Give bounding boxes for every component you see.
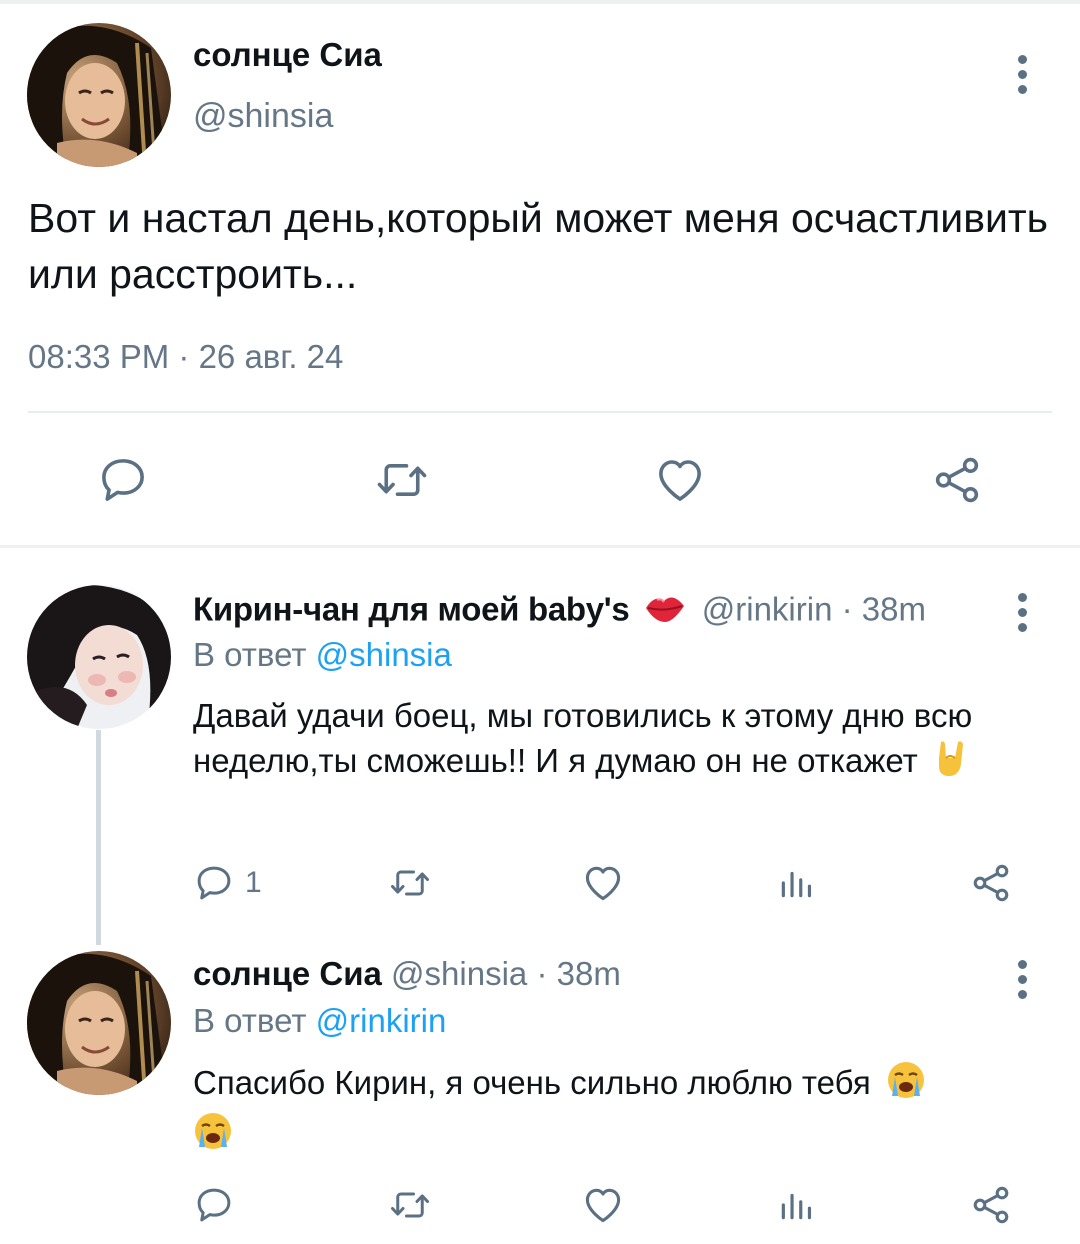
sign-of-horns-emoji — [933, 738, 969, 789]
reply-text: Давай удачи боец, мы готовились к этому … — [193, 694, 1023, 789]
reply-count: 1 — [245, 866, 262, 899]
author-name[interactable]: солнце Сиа — [193, 36, 382, 74]
loudly-crying-face-emoji — [886, 1060, 926, 1111]
retweet-icon — [391, 1192, 429, 1218]
share-button[interactable] — [927, 450, 987, 510]
like-icon — [585, 1188, 621, 1223]
author-avatar[interactable] — [27, 23, 171, 167]
reply-button[interactable] — [193, 1182, 235, 1228]
retweet-button[interactable] — [370, 450, 434, 510]
reply-header: солнце Сиа @shinsia · 38m — [193, 955, 621, 993]
reply-to-prefix: В ответ — [193, 636, 307, 673]
reply-button[interactable]: 1 — [193, 860, 262, 906]
section-separator — [0, 545, 1080, 548]
reply-icon — [197, 866, 231, 900]
reply-text-body: Спасибо Кирин, я очень сильно люблю тебя — [193, 1064, 871, 1102]
thread-connector — [96, 730, 101, 945]
reply-to-prefix: В ответ — [193, 1002, 307, 1039]
divider — [28, 411, 1052, 413]
reply-avatar[interactable] — [27, 585, 171, 729]
reply-button[interactable] — [93, 450, 153, 510]
loudly-crying-face-emoji — [193, 1111, 233, 1162]
separator-dot: · — [841, 590, 853, 628]
tweet-timestamp: 08:33 PM · 26 авг. 24 — [28, 338, 344, 375]
retweet-icon — [377, 464, 427, 496]
retweet-button[interactable] — [385, 1182, 435, 1228]
analytics-button[interactable] — [776, 1182, 816, 1228]
like-icon — [659, 460, 701, 501]
reply-text-body: Давай удачи боец, мы готовились к этому … — [193, 697, 973, 780]
reply-icon — [197, 1188, 231, 1222]
reply-to-mention[interactable]: @rinkirin — [316, 1002, 447, 1039]
analytics-button[interactable] — [776, 860, 816, 906]
like-button[interactable] — [580, 860, 626, 906]
reply-author-handle[interactable]: @rinkirin — [702, 591, 833, 628]
separator-dot: · — [536, 955, 548, 992]
analytics-icon — [781, 1193, 812, 1220]
reply-icon — [102, 459, 144, 501]
top-border — [0, 0, 1080, 4]
author-handle[interactable]: @shinsia — [193, 97, 333, 136]
like-icon — [585, 866, 621, 901]
reply-time: 38m — [556, 955, 621, 992]
like-button[interactable] — [580, 1182, 626, 1228]
share-button[interactable] — [968, 860, 1014, 906]
reply-author-name[interactable]: Кирин-чан для моей baby's — [193, 591, 630, 628]
reply-to-line: В ответ @rinkirin — [193, 1002, 446, 1040]
lips-emoji — [643, 588, 687, 636]
reply-text: Спасибо Кирин, я очень сильно люблю тебя — [193, 1060, 1023, 1162]
share-icon — [973, 1186, 1009, 1224]
tweet-text: Вот и настал день,который может меня осч… — [28, 195, 1049, 297]
like-button[interactable] — [650, 450, 710, 510]
reply-author-name[interactable]: солнце Сиа — [193, 955, 382, 992]
more-options-icon[interactable] — [1012, 55, 1032, 95]
reply-avatar[interactable] — [27, 951, 171, 1095]
analytics-icon — [781, 871, 812, 898]
share-button[interactable] — [968, 1182, 1014, 1228]
reply-time: 38m — [861, 590, 926, 628]
reply-to-mention[interactable]: @shinsia — [316, 636, 452, 673]
reply-author-handle[interactable]: @shinsia — [391, 955, 527, 992]
share-icon — [973, 864, 1009, 902]
retweet-icon — [391, 870, 429, 896]
retweet-button[interactable] — [385, 860, 435, 906]
reply-header: Кирин-чан для моей baby's @rinkirin · 38… — [193, 588, 926, 636]
more-options-icon[interactable] — [1012, 593, 1032, 633]
share-icon — [935, 457, 979, 503]
more-options-icon[interactable] — [1012, 960, 1032, 1000]
reply-to-line: В ответ @shinsia — [193, 636, 452, 674]
